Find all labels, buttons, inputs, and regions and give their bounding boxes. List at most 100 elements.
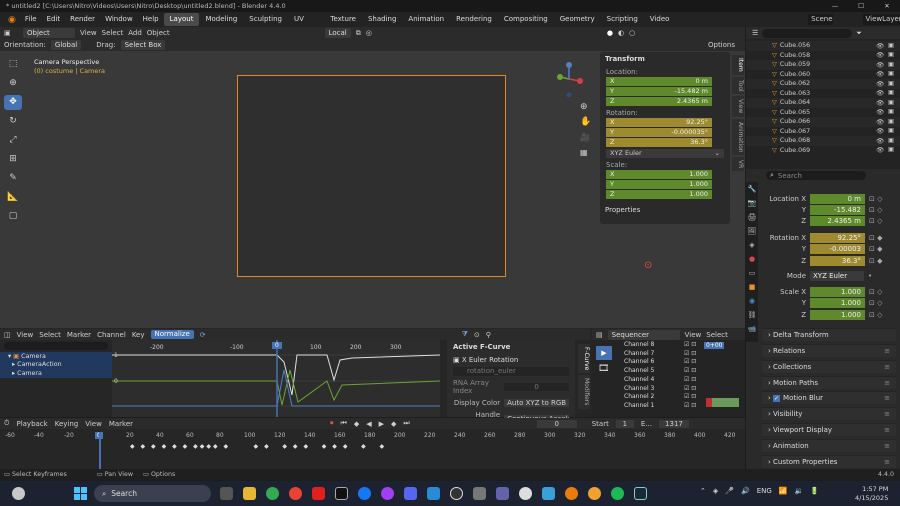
render-tab-icon[interactable]: 📷 bbox=[746, 196, 758, 210]
record-icon[interactable]: ⏺ bbox=[330, 419, 334, 428]
start-frame-input[interactable]: 1 bbox=[615, 419, 634, 428]
drag-handle-icon[interactable]: ≡ bbox=[884, 347, 896, 355]
tab-view[interactable]: View bbox=[732, 96, 744, 117]
tab-modifiers[interactable]: Modifiers bbox=[578, 375, 590, 409]
menu-help[interactable]: Help bbox=[138, 12, 164, 27]
maximize-button[interactable]: ☐ bbox=[848, 0, 874, 12]
camera-icon[interactable]: ▣ bbox=[888, 118, 894, 126]
tab-video-editing[interactable]: Video Editing bbox=[644, 13, 680, 36]
jump-end-icon[interactable]: ⏭ bbox=[403, 419, 409, 428]
tab-animation-side[interactable]: Animation bbox=[732, 118, 744, 156]
filter-icon[interactable]: ⧩ bbox=[462, 330, 468, 339]
list-item[interactable]: ▽ Cube.064 👁 ▣ bbox=[746, 98, 900, 108]
eye-icon[interactable]: 👁 bbox=[876, 89, 884, 97]
capcut-icon[interactable] bbox=[335, 487, 348, 500]
list-item[interactable]: ▽ Cube.065 👁 ▣ bbox=[746, 108, 900, 118]
menu-object[interactable]: Object bbox=[147, 29, 170, 37]
eye-icon[interactable]: 👁 bbox=[876, 61, 884, 69]
sequencer-strip[interactable] bbox=[706, 398, 739, 407]
orientation-dropdown[interactable]: Global bbox=[50, 40, 82, 50]
collection-tab-icon[interactable]: ▭ bbox=[746, 266, 758, 280]
lock-icon[interactable]: ⊡ ◇ bbox=[869, 206, 882, 214]
eye-icon[interactable]: 👁 bbox=[876, 51, 884, 59]
obs-icon[interactable] bbox=[450, 487, 463, 500]
graph-menu-select[interactable]: Select bbox=[39, 331, 61, 339]
snap-icon[interactable]: ⧉ bbox=[356, 29, 361, 38]
panel-visibility[interactable]: › Visibility ≡ bbox=[762, 407, 896, 420]
object-tab-icon[interactable]: ■ bbox=[746, 280, 758, 294]
tab-texture-paint[interactable]: Texture Paint bbox=[324, 13, 362, 36]
panel-motion-blur[interactable]: › ✓ Motion Blur ≡ bbox=[762, 391, 896, 404]
play-strip-icon[interactable]: ▶ bbox=[596, 346, 612, 360]
view-layer-selector[interactable]: ViewLayer bbox=[862, 14, 900, 25]
outliner-editor-icon[interactable]: ☰ bbox=[752, 29, 758, 37]
store-icon[interactable] bbox=[427, 487, 440, 500]
lock-icon[interactable]: ⊡ ◇ bbox=[869, 195, 882, 203]
panel-motion-paths[interactable]: › Motion Paths ≡ bbox=[762, 376, 896, 389]
end-frame-input[interactable]: 1317 bbox=[658, 419, 689, 428]
tab-rendering[interactable]: Rendering bbox=[450, 13, 498, 26]
language-indicator[interactable]: ENG bbox=[757, 487, 772, 495]
tab-modeling[interactable]: Modeling bbox=[199, 13, 243, 26]
next-key-icon[interactable]: ◆ bbox=[391, 420, 396, 428]
blender-logo-icon[interactable]: ◉ bbox=[4, 15, 20, 25]
sequencer-area[interactable]: ▶ 🎞 Channel 8 Channel 7 Channel 6 Channe… bbox=[592, 340, 745, 417]
location-z-input[interactable]: 2.4365 m bbox=[810, 216, 865, 226]
lock-icon[interactable]: ⊡ ◇ bbox=[869, 288, 882, 296]
rotation-z-input[interactable]: 36.3° bbox=[810, 256, 865, 266]
list-item[interactable]: ▽ Cube.059 👁 ▣ bbox=[746, 60, 900, 70]
eye-icon[interactable]: 👁 bbox=[876, 127, 884, 135]
film-strip-icon[interactable]: 🎞 bbox=[598, 364, 609, 374]
blender-taskbar-icon[interactable] bbox=[565, 487, 578, 500]
discord-icon[interactable] bbox=[404, 487, 417, 500]
menu-file[interactable]: File bbox=[20, 12, 42, 27]
spotify-icon[interactable] bbox=[611, 487, 624, 500]
weather-icon[interactable] bbox=[12, 487, 25, 500]
camera-icon[interactable]: ▣ bbox=[888, 51, 894, 59]
current-frame-input[interactable]: 0 bbox=[536, 419, 577, 428]
zoom-icon[interactable]: ⊕ bbox=[580, 102, 588, 112]
scale-z-field[interactable]: Z 1.000 bbox=[606, 190, 712, 199]
graph-menu-channel[interactable]: Channel bbox=[97, 331, 126, 339]
timeline-marker-menu[interactable]: Marker bbox=[109, 420, 133, 428]
rotation-y-field[interactable]: Y -0.000035° bbox=[606, 128, 712, 137]
eye-icon[interactable]: 👁 bbox=[876, 118, 884, 126]
tab-item[interactable]: Item bbox=[732, 55, 744, 75]
settings-icon[interactable] bbox=[473, 487, 486, 500]
speaker-icon[interactable]: 🔊 bbox=[741, 487, 750, 495]
menu-add[interactable]: Add bbox=[128, 29, 142, 37]
volume-icon[interactable]: 🔉 bbox=[795, 487, 804, 495]
rotation-z-field[interactable]: Z 36.3° bbox=[606, 138, 712, 147]
pan-hand-icon[interactable]: ✋ bbox=[580, 117, 591, 127]
camera-icon[interactable]: ▣ bbox=[888, 61, 894, 69]
drag-handle-icon[interactable]: ≡ bbox=[884, 363, 896, 371]
channel-row[interactable]: ▸ Camera bbox=[0, 369, 112, 378]
drag-handle-icon[interactable]: ≡ bbox=[884, 410, 896, 418]
eye-icon[interactable]: 👁 bbox=[876, 70, 884, 78]
lock-icon[interactable]: ⊡ ◇ bbox=[869, 217, 882, 225]
sequencer-editor-icon[interactable]: ▤ bbox=[596, 331, 603, 339]
graph-menu-view[interactable]: View bbox=[17, 331, 34, 339]
viewport-shading-solid-icon[interactable]: ● bbox=[607, 29, 613, 37]
close-button[interactable]: ✕ bbox=[874, 0, 900, 12]
scene-selector[interactable]: Scene bbox=[808, 14, 833, 25]
menu-select[interactable]: Select bbox=[102, 29, 124, 37]
vpn-icon[interactable]: ◈ bbox=[713, 487, 718, 495]
chrome-profile-icon[interactable] bbox=[289, 487, 302, 500]
tab-sculpting[interactable]: Sculpting bbox=[243, 13, 288, 26]
camera-icon[interactable]: ▣ bbox=[888, 127, 894, 135]
panel-custom-properties[interactable]: › Custom Properties ≡ bbox=[762, 455, 896, 468]
taskbar-clock[interactable]: 1:57 PM 4/15/2025 bbox=[855, 485, 888, 503]
keyframe-icon[interactable]: ⊡ ◆ bbox=[869, 257, 882, 265]
scale-icon[interactable]: ⤢ bbox=[4, 133, 22, 148]
drag-handle-icon[interactable]: ≡ bbox=[884, 458, 896, 466]
move-icon[interactable]: ✥ bbox=[4, 95, 22, 110]
scene-tab-icon[interactable]: ◈ bbox=[746, 238, 758, 252]
scale-x-field[interactable]: X 1.000 bbox=[606, 170, 712, 179]
location-x-field[interactable]: X0 m bbox=[606, 77, 712, 86]
start-button[interactable] bbox=[74, 487, 87, 500]
wifi-icon[interactable]: 📶 bbox=[779, 487, 788, 495]
tool-tab-icon[interactable]: 🔧 bbox=[746, 182, 758, 196]
navigation-gizmo[interactable] bbox=[556, 61, 586, 98]
motion-blur-checkbox[interactable]: ✓ bbox=[773, 394, 781, 402]
